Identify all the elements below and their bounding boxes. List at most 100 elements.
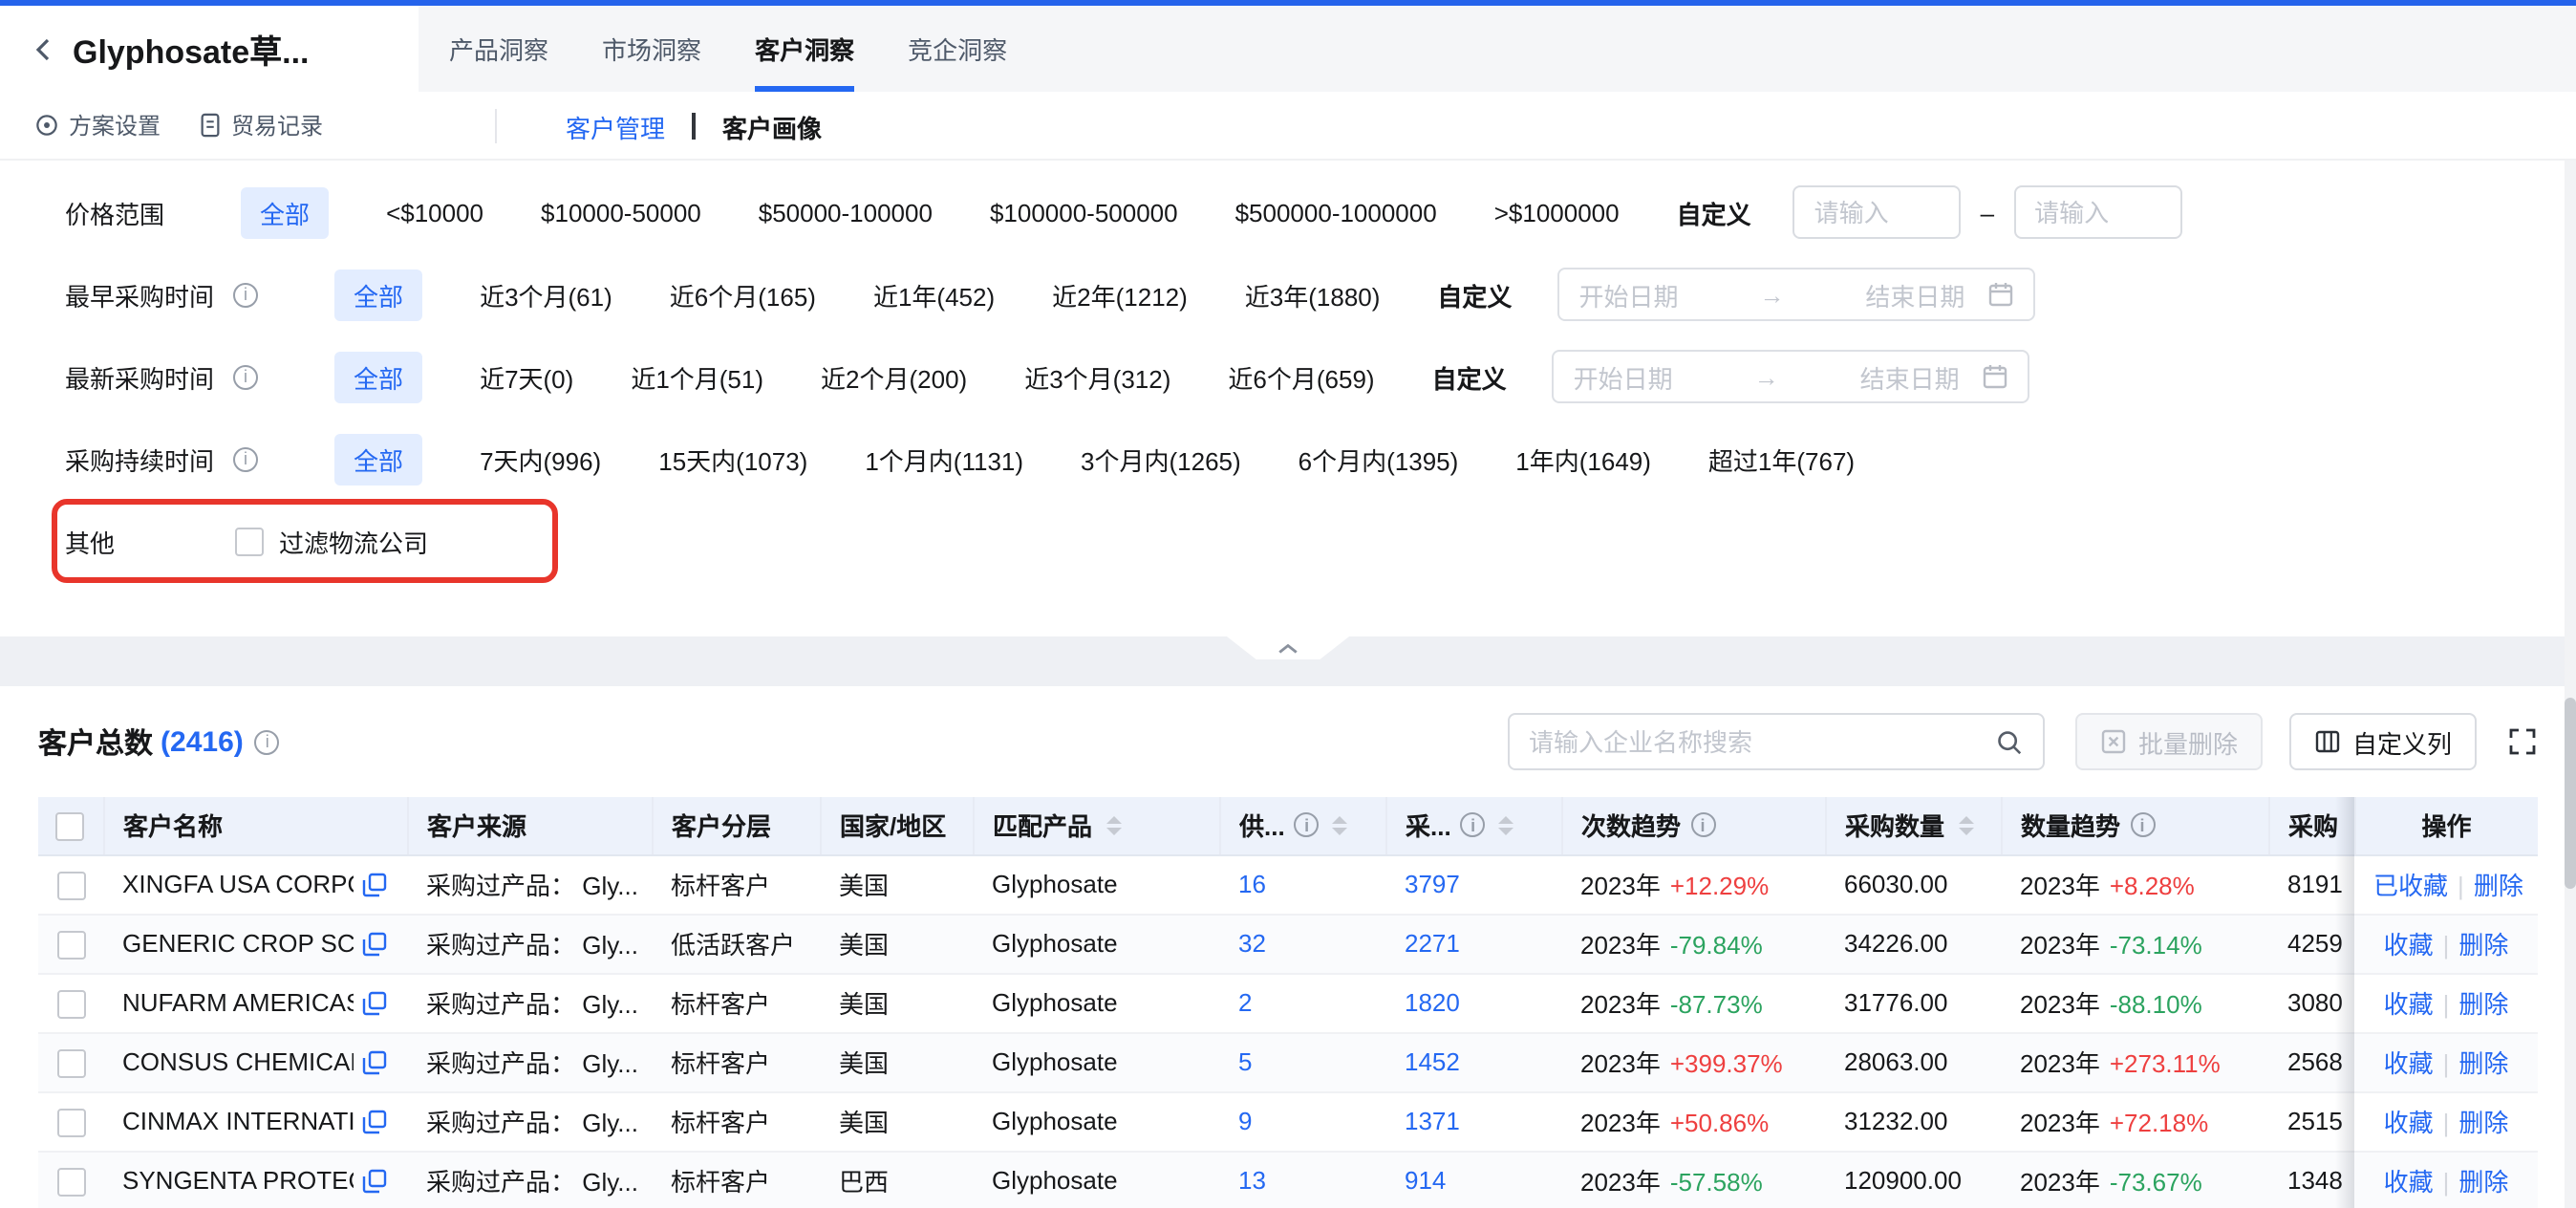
purchases-count-link[interactable]: 1820 [1405,988,1460,1017]
favorite-link[interactable]: 收藏 [2384,1168,2434,1197]
delete-link[interactable]: 删除 [2458,1168,2508,1197]
info-icon[interactable] [255,729,280,754]
trade-records-button[interactable]: 贸易记录 [199,108,323,140]
price-option[interactable]: 全部 [241,186,329,238]
delete-link[interactable]: 删除 [2458,1049,2508,1078]
price-max-input[interactable] [2013,185,2181,239]
duration-option[interactable]: 全部 [334,433,422,485]
delete-link[interactable]: 删除 [2474,872,2523,900]
row-checkbox[interactable] [56,871,85,899]
earliest-option[interactable]: 近6个月(165) [670,276,816,313]
duration-option[interactable]: 1年内(1649) [1515,441,1651,477]
duration-option[interactable]: 7天内(996) [480,441,601,477]
row-checkbox[interactable] [56,930,85,959]
sort-icon[interactable] [1499,816,1514,835]
primary-tab[interactable]: 客户洞察 [728,6,881,92]
price-option[interactable]: >$1000000 [1494,198,1620,226]
tab-customer-profile[interactable]: 客户画像 [722,108,822,144]
primary-tab[interactable]: 竞企洞察 [881,6,1034,92]
sort-icon[interactable] [1333,816,1348,835]
fullscreen-button[interactable] [2507,726,2538,757]
earliest-option[interactable]: 近3年(1880) [1245,276,1381,313]
info-icon[interactable] [1461,813,1486,838]
price-option[interactable]: $10000-50000 [541,198,701,226]
suppliers-count-link[interactable]: 9 [1238,1107,1252,1135]
latest-option[interactable]: 近1个月(51) [631,358,763,395]
tab-customer-management[interactable]: 客户管理 [566,108,665,144]
favorite-link[interactable]: 收藏 [2384,1049,2434,1078]
purchases-count-link[interactable]: 1452 [1405,1047,1460,1076]
delete-link[interactable]: 删除 [2458,990,2508,1019]
info-icon[interactable] [1295,813,1320,838]
purchases-count-link[interactable]: 3797 [1405,870,1460,898]
favorite-link[interactable]: 收藏 [2384,990,2434,1019]
duration-option[interactable]: 15天内(1073) [658,441,807,477]
suppliers-count-link[interactable]: 13 [1238,1166,1266,1195]
price-option[interactable]: $500000-1000000 [1235,198,1437,226]
info-icon[interactable] [1690,813,1715,838]
latest-option[interactable]: 近2个月(200) [821,358,967,395]
row-checkbox[interactable] [56,1167,85,1196]
earliest-option[interactable]: 近1年(452) [873,276,995,313]
price-option[interactable]: <$10000 [386,198,483,226]
latest-custom-label[interactable]: 自定义 [1432,358,1507,395]
suppliers-count-link[interactable]: 2 [1238,988,1252,1017]
scrollbar-thumb[interactable] [2565,698,2576,889]
info-icon[interactable] [2130,813,2155,838]
sort-icon[interactable] [1958,816,1973,835]
copy-icon[interactable] [361,1048,388,1075]
scheme-settings-button[interactable]: 方案设置 [34,108,161,140]
info-icon[interactable] [233,282,258,307]
favorite-link[interactable]: 已收藏 [2373,872,2448,900]
purchases-count-link[interactable]: 914 [1405,1166,1446,1195]
earliest-custom-label[interactable]: 自定义 [1437,276,1512,313]
copy-icon[interactable] [361,989,388,1016]
company-search-input[interactable] [1529,727,1995,756]
row-checkbox[interactable] [56,1108,85,1136]
suppliers-count-link[interactable]: 16 [1238,870,1266,898]
row-checkbox[interactable] [56,1048,85,1077]
earliest-date-range-picker[interactable]: 开始日期 → 结束日期 [1557,268,2035,321]
latest-option[interactable]: 近7天(0) [480,358,573,395]
duration-option[interactable]: 3个月内(1265) [1081,441,1241,477]
delete-link[interactable]: 删除 [2458,1109,2508,1137]
latest-option[interactable]: 近6个月(659) [1228,358,1374,395]
purchases-count-link[interactable]: 2271 [1405,929,1460,958]
earliest-option[interactable]: 全部 [334,269,422,320]
suppliers-count-link[interactable]: 5 [1238,1047,1252,1076]
duration-option[interactable]: 6个月内(1395) [1299,441,1459,477]
duration-option[interactable]: 超过1年(767) [1708,441,1855,477]
primary-tab[interactable]: 产品洞察 [419,6,575,92]
copy-icon[interactable] [361,871,388,897]
back-button[interactable] [31,33,57,64]
duration-option[interactable]: 1个月内(1131) [865,441,1023,477]
copy-icon[interactable] [361,1167,388,1194]
favorite-link[interactable]: 收藏 [2384,931,2434,960]
filter-logistics-filter[interactable]: 过滤物流公司 [235,523,428,559]
price-custom-label[interactable]: 自定义 [1677,194,1751,230]
suppliers-count-link[interactable]: 32 [1238,929,1266,958]
vertical-scrollbar[interactable] [2565,161,2576,1208]
select-all-checkbox[interactable] [56,812,85,841]
latest-option[interactable]: 全部 [334,351,422,402]
row-checkbox[interactable] [56,989,85,1018]
purchases-count-link[interactable]: 1371 [1405,1107,1460,1135]
price-option[interactable]: $50000-100000 [759,198,933,226]
info-icon[interactable] [233,446,258,471]
copy-icon[interactable] [361,1108,388,1134]
copy-icon[interactable] [361,930,388,957]
batch-delete-button[interactable]: 批量删除 [2075,713,2263,770]
latest-option[interactable]: 近3个月(312) [1024,358,1170,395]
price-option[interactable]: $100000-500000 [990,198,1178,226]
latest-date-range-picker[interactable]: 开始日期 → 结束日期 [1553,350,2030,403]
company-search-box[interactable] [1508,713,2045,770]
favorite-link[interactable]: 收藏 [2384,1109,2434,1137]
sort-icon[interactable] [1106,816,1121,835]
delete-link[interactable]: 删除 [2458,931,2508,960]
earliest-option[interactable]: 近2年(1212) [1052,276,1188,313]
price-min-input[interactable] [1793,185,1962,239]
info-icon[interactable] [233,364,258,389]
primary-tab[interactable]: 市场洞察 [575,6,728,92]
customize-columns-button[interactable]: 自定义列 [2289,713,2477,770]
checkbox-icon[interactable] [235,527,264,555]
